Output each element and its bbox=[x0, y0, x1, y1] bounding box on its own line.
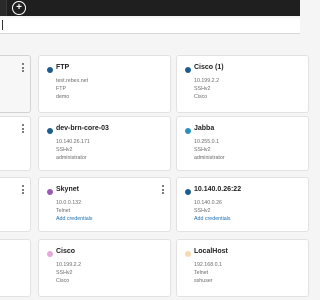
connection-card-partial[interactable] bbox=[0, 116, 31, 171]
status-dot bbox=[47, 67, 53, 73]
connection-name: Cisco bbox=[56, 248, 76, 255]
connection-name: LocalHost bbox=[194, 248, 228, 255]
connection-host: 10.199.2.2 bbox=[194, 78, 220, 84]
connection-card-partial[interactable] bbox=[0, 239, 31, 297]
connection-user: demo bbox=[56, 94, 70, 100]
connection-user: Cisco bbox=[194, 94, 208, 100]
status-dot bbox=[185, 67, 191, 73]
add-credentials-link[interactable]: Add credentials bbox=[56, 216, 93, 222]
connection-name: FTP bbox=[56, 64, 70, 71]
status-dot bbox=[47, 189, 53, 195]
connection-card-ftp[interactable]: FTP test.rebex.net FTP demo bbox=[38, 55, 171, 113]
add-tab-button[interactable]: + bbox=[12, 1, 26, 15]
connection-card-cisco[interactable]: Cisco 10.199.2.2 SSHv2 Cisco bbox=[38, 239, 171, 297]
connection-name: Skynet bbox=[56, 186, 79, 193]
connection-host: 10.199.2.2 bbox=[56, 262, 82, 268]
connection-protocol: SSHv2 bbox=[194, 86, 211, 92]
connection-card-localhost[interactable]: LocalHost 192.168.0.1 Telnet sshuser bbox=[176, 239, 309, 297]
more-options-icon[interactable] bbox=[21, 185, 24, 196]
connection-host: 10.255.0.1 bbox=[194, 139, 220, 145]
connection-name: 10.140.0.26:22 bbox=[194, 186, 242, 193]
status-dot bbox=[185, 128, 191, 134]
connection-user: administrator bbox=[56, 155, 87, 161]
connection-host: 10.140.26.171 bbox=[56, 139, 90, 145]
add-credentials-link[interactable]: Add credentials bbox=[194, 216, 231, 222]
connection-user: administrator bbox=[194, 155, 225, 161]
connection-card-partial[interactable] bbox=[0, 55, 31, 113]
connection-host: test.rebex.net bbox=[56, 78, 89, 84]
connection-name: Cisco (1) bbox=[194, 64, 224, 71]
more-options-icon[interactable] bbox=[21, 124, 24, 135]
connection-protocol: Telnet bbox=[194, 270, 209, 276]
connection-card-partial[interactable] bbox=[0, 177, 31, 232]
connection-card-jabba[interactable]: Jabba 10.255.0.1 SSHv2 administrator bbox=[176, 116, 309, 171]
connection-name: dev-brn-core-03 bbox=[56, 125, 109, 132]
connection-protocol: SSHv2 bbox=[194, 208, 211, 214]
status-dot bbox=[185, 189, 191, 195]
status-dot bbox=[47, 251, 53, 257]
connection-protocol: SSHv2 bbox=[56, 147, 73, 153]
more-options-icon[interactable] bbox=[21, 63, 24, 74]
connection-card-skynet[interactable]: Skynet 10.0.0.132 Telnet Add credentials bbox=[38, 177, 171, 232]
connection-host: 192.168.0.1 bbox=[194, 262, 222, 268]
connection-protocol: SSHv2 bbox=[56, 270, 73, 276]
text-caret bbox=[2, 20, 3, 30]
more-options-icon[interactable] bbox=[161, 185, 164, 196]
connection-host: 10.0.0.132 bbox=[56, 200, 82, 206]
connection-user: Cisco bbox=[56, 278, 70, 284]
status-dot bbox=[185, 251, 191, 257]
connection-name: Jabba bbox=[194, 125, 215, 132]
connection-protocol: Telnet bbox=[56, 208, 71, 214]
connection-host: 10.140.0.26 bbox=[194, 200, 222, 206]
connection-card-dev-brn-core-03[interactable]: dev-brn-core-03 10.140.26.171 SSHv2 admi… bbox=[38, 116, 171, 171]
open-tab[interactable] bbox=[0, 0, 7, 16]
search-input[interactable] bbox=[0, 18, 300, 34]
connection-card-10-140-0-26[interactable]: 10.140.0.26:22 10.140.0.26 SSHv2 Add cre… bbox=[176, 177, 309, 232]
connection-card-cisco-1[interactable]: Cisco (1) 10.199.2.2 SSHv2 Cisco bbox=[176, 55, 309, 113]
status-dot bbox=[47, 128, 53, 134]
connection-protocol: FTP bbox=[56, 86, 67, 92]
title-bar: + bbox=[0, 0, 300, 16]
connection-user: sshuser bbox=[194, 278, 213, 284]
connection-protocol: SSHv2 bbox=[194, 147, 211, 153]
